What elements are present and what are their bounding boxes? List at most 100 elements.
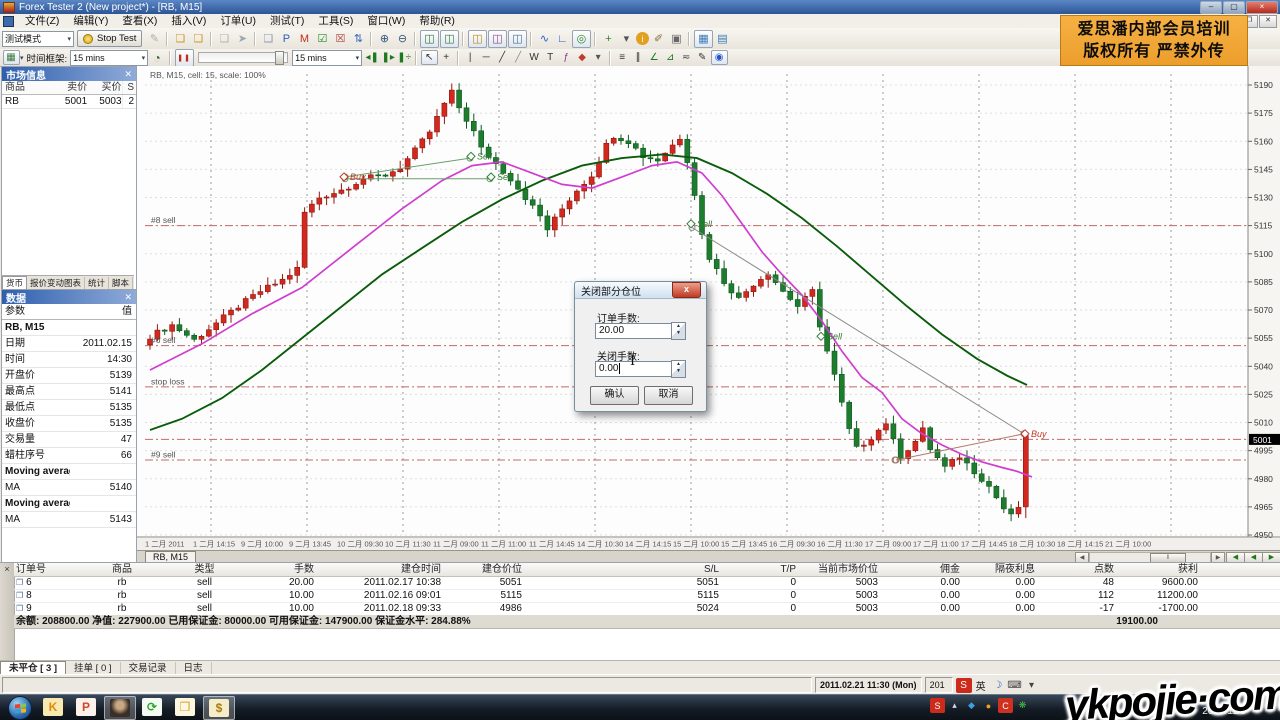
panes-icon[interactable]: ◫: [508, 30, 527, 48]
orders-panel-close-icon[interactable]: ×: [0, 564, 14, 574]
ray-tool-icon[interactable]: ╱: [511, 51, 526, 64]
new-project-icon[interactable]: ❑: [260, 31, 277, 47]
tray-leaf-icon[interactable]: ❋: [1015, 698, 1030, 713]
trendline-tool-icon[interactable]: ╱: [495, 51, 510, 64]
menu-查看X[interactable]: 查看(X): [115, 14, 164, 28]
test-mode-select[interactable]: 测试模式▾: [2, 31, 74, 47]
zoom-out-icon[interactable]: ⊖: [394, 31, 411, 47]
lang-cn-icon[interactable]: 英: [973, 678, 989, 693]
add-indicator-icon[interactable]: +: [600, 31, 617, 47]
snapshot-icon[interactable]: ▣: [668, 31, 685, 47]
wave-tool-icon[interactable]: W: [527, 51, 542, 64]
step-split-icon[interactable]: ❚÷: [397, 51, 412, 64]
order-row[interactable]: ❐9rbsell10.002011.02.18 09:3349865024050…: [14, 602, 1280, 616]
mdi-close-button[interactable]: ✕: [1259, 15, 1277, 28]
menu-帮助R[interactable]: 帮助(R): [412, 14, 462, 28]
order-row[interactable]: ❐8rbsell10.002011.02.16 09:0151155115050…: [14, 589, 1280, 603]
chart-window[interactable]: BuySellSellSellSellBuy#8 sell#6 sellstop…: [136, 66, 1280, 562]
stop-test-button[interactable]: Stop Test: [77, 30, 142, 47]
add-caret-icon[interactable]: ▾: [618, 31, 635, 47]
tray-diamond-icon[interactable]: ◆: [964, 698, 979, 713]
pencil-tool-icon[interactable]: ✎: [695, 51, 710, 64]
chart-shift-icon[interactable]: ◫: [420, 30, 439, 48]
zoom-in-icon[interactable]: ⊕: [376, 31, 393, 47]
pointer-tool-icon[interactable]: ↖: [421, 50, 438, 65]
chart-offset-icon[interactable]: ◫: [440, 30, 459, 48]
lang-s-icon[interactable]: S: [956, 678, 972, 693]
menu-窗口W[interactable]: 窗口(W): [360, 14, 412, 28]
speed-select[interactable]: 15 mins▾: [292, 50, 362, 66]
channel-tool-icon[interactable]: ⊿: [663, 51, 678, 64]
calendar-icon[interactable]: ▦: [3, 50, 20, 65]
paste-icon[interactable]: ❏: [216, 31, 233, 47]
taskbar-app-files[interactable]: ❒: [170, 696, 200, 718]
shapes-tool-icon[interactable]: ◆: [575, 51, 590, 64]
cancel-icon[interactable]: ☒: [332, 31, 349, 47]
dialog-close-button[interactable]: x: [672, 282, 701, 298]
ime-keyboard-icon[interactable]: ⌨: [1007, 678, 1023, 693]
order-lots-input[interactable]: 20.00: [595, 323, 672, 339]
menu-工具S[interactable]: 工具(S): [311, 14, 360, 28]
updown-icon[interactable]: ⇅: [350, 31, 367, 47]
market-info-row[interactable]: RB500150032: [2, 95, 136, 109]
copy-chart-icon[interactable]: ❏: [190, 31, 207, 47]
chart-mode-icon[interactable]: ◫: [488, 30, 507, 48]
check-icon[interactable]: ☑: [314, 31, 331, 47]
tray-dot-icon[interactable]: ●: [981, 698, 996, 713]
ime-moon-icon[interactable]: ☽: [990, 678, 1006, 693]
menu-文件Z[interactable]: 文件(Z): [18, 14, 66, 28]
marker-icon[interactable]: M: [296, 31, 313, 47]
taskbar-app-powerpoint[interactable]: P: [71, 696, 101, 718]
menu-插入V[interactable]: 插入(V): [164, 14, 213, 28]
tray-c-icon[interactable]: C: [998, 698, 1013, 713]
account-window-icon[interactable]: ◫: [468, 30, 487, 48]
menu-测试T[interactable]: 测试(T): [263, 14, 311, 28]
indicators-icon[interactable]: ◎: [572, 30, 591, 48]
hline-tool-icon[interactable]: ─: [479, 51, 494, 64]
taskbar-app-avatar[interactable]: [104, 696, 136, 720]
statistics-icon[interactable]: ∟: [554, 31, 571, 47]
market-tab-3[interactable]: 脚本: [109, 277, 133, 289]
speed-slider[interactable]: [198, 52, 288, 63]
hlines-set-icon[interactable]: ≡: [615, 51, 630, 64]
market-tab-0[interactable]: 货币: [2, 276, 27, 289]
depth-table-icon[interactable]: ▤: [714, 31, 731, 47]
forward-icon[interactable]: ➤: [234, 31, 251, 47]
pause-point-icon[interactable]: P: [278, 31, 295, 47]
calendar-caret-icon[interactable]: ▾: [20, 54, 24, 62]
level-tool-icon[interactable]: ≂: [679, 51, 694, 64]
fibonacci-tool-icon[interactable]: ƒ: [559, 51, 574, 64]
market-info-close-icon[interactable]: ✕: [124, 69, 132, 80]
market-tab-1[interactable]: 报价变动图表: [27, 277, 85, 289]
vline-tool-icon[interactable]: |: [463, 51, 478, 64]
line-chart-icon[interactable]: ∿: [536, 31, 553, 47]
pause-button[interactable]: ❚❚: [175, 49, 194, 67]
order-lots-spinner[interactable]: ▲▼: [671, 322, 686, 340]
step-forward-icon[interactable]: ❚▸: [381, 51, 396, 64]
vlines-set-icon[interactable]: ∥: [631, 51, 646, 64]
tray-s-icon[interactable]: S: [930, 698, 945, 713]
lang-caret-icon[interactable]: ▾: [1024, 678, 1040, 693]
globe-icon[interactable]: ◔: [149, 50, 166, 66]
menu-编辑Y[interactable]: 编辑(Y): [66, 14, 115, 28]
taskbar-app-k[interactable]: K: [38, 696, 68, 718]
timeframe-select[interactable]: 15 mins▾: [70, 50, 148, 66]
brush-icon[interactable]: ✐: [650, 31, 667, 47]
order-row[interactable]: ❐6rbsell20.002011.02.17 10:3850515051050…: [14, 576, 1280, 590]
bottom-tab-0[interactable]: 未平仓 [ 3 ]: [0, 661, 66, 675]
taskbar-app-trading[interactable]: $: [203, 696, 235, 720]
close-lots-spinner[interactable]: ▲▼: [671, 360, 686, 378]
step-back-icon[interactable]: ◂❚: [365, 51, 380, 64]
copy-icon[interactable]: ❏: [172, 31, 189, 47]
start-button[interactable]: [8, 696, 32, 720]
market-tab-2[interactable]: 统计: [85, 277, 109, 289]
minimize-button[interactable]: –: [1200, 1, 1222, 14]
data-panel-close-icon[interactable]: ✕: [124, 292, 132, 303]
info-icon[interactable]: i: [636, 32, 649, 45]
shapes-caret-icon[interactable]: ▾: [591, 51, 606, 64]
layout-icon[interactable]: ▦: [694, 30, 713, 48]
taskbar-app-browser[interactable]: ⟳: [137, 696, 167, 718]
crosshair-tool-icon[interactable]: +: [439, 51, 454, 64]
close-button[interactable]: ×: [1246, 1, 1278, 14]
magnet-tool-icon[interactable]: ◉: [711, 50, 728, 65]
